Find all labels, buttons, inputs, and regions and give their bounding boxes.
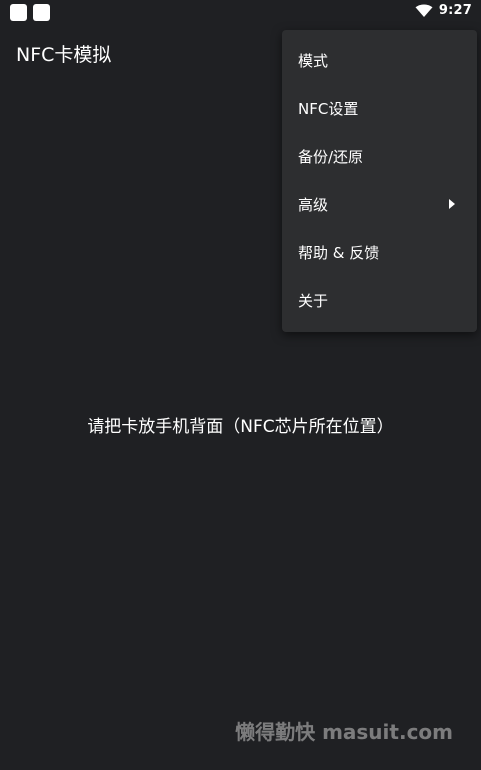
menu-item-label: NFC设置 bbox=[298, 99, 359, 118]
wifi-icon bbox=[415, 4, 433, 18]
menu-item-label: 高级 bbox=[298, 195, 329, 214]
menu-item-mode[interactable]: 模式 bbox=[282, 36, 477, 84]
notification-icon bbox=[33, 4, 50, 21]
nfc-instruction-message: 请把卡放手机背面（NFC芯片所在位置） bbox=[87, 417, 394, 437]
watermark: 懒得勤快 masuit.com bbox=[235, 720, 453, 744]
menu-item-help-feedback[interactable]: 帮助 & 反馈 bbox=[282, 228, 477, 276]
menu-item-about[interactable]: 关于 bbox=[282, 276, 477, 324]
status-bar: 9:27 bbox=[0, 0, 481, 24]
menu-item-nfc-settings[interactable]: NFC设置 bbox=[282, 84, 477, 132]
notification-icon bbox=[10, 4, 27, 21]
app-title: NFC卡模拟 bbox=[16, 44, 112, 66]
menu-item-backup-restore[interactable]: 备份/还原 bbox=[282, 132, 477, 180]
menu-item-label: 关于 bbox=[298, 291, 329, 310]
status-time: 9:27 bbox=[438, 3, 472, 18]
overflow-menu: 模式 NFC设置 备份/还原 高级 帮助 & 反馈 关于 bbox=[282, 30, 477, 332]
menu-item-label: 模式 bbox=[298, 51, 329, 70]
menu-item-label: 帮助 & 反馈 bbox=[298, 243, 380, 262]
status-left-icons bbox=[10, 4, 50, 21]
status-right-icons: 9:27 bbox=[415, 3, 472, 18]
menu-item-label: 备份/还原 bbox=[298, 147, 364, 166]
submenu-arrow-icon bbox=[449, 199, 455, 209]
menu-item-advanced[interactable]: 高级 bbox=[282, 180, 477, 228]
